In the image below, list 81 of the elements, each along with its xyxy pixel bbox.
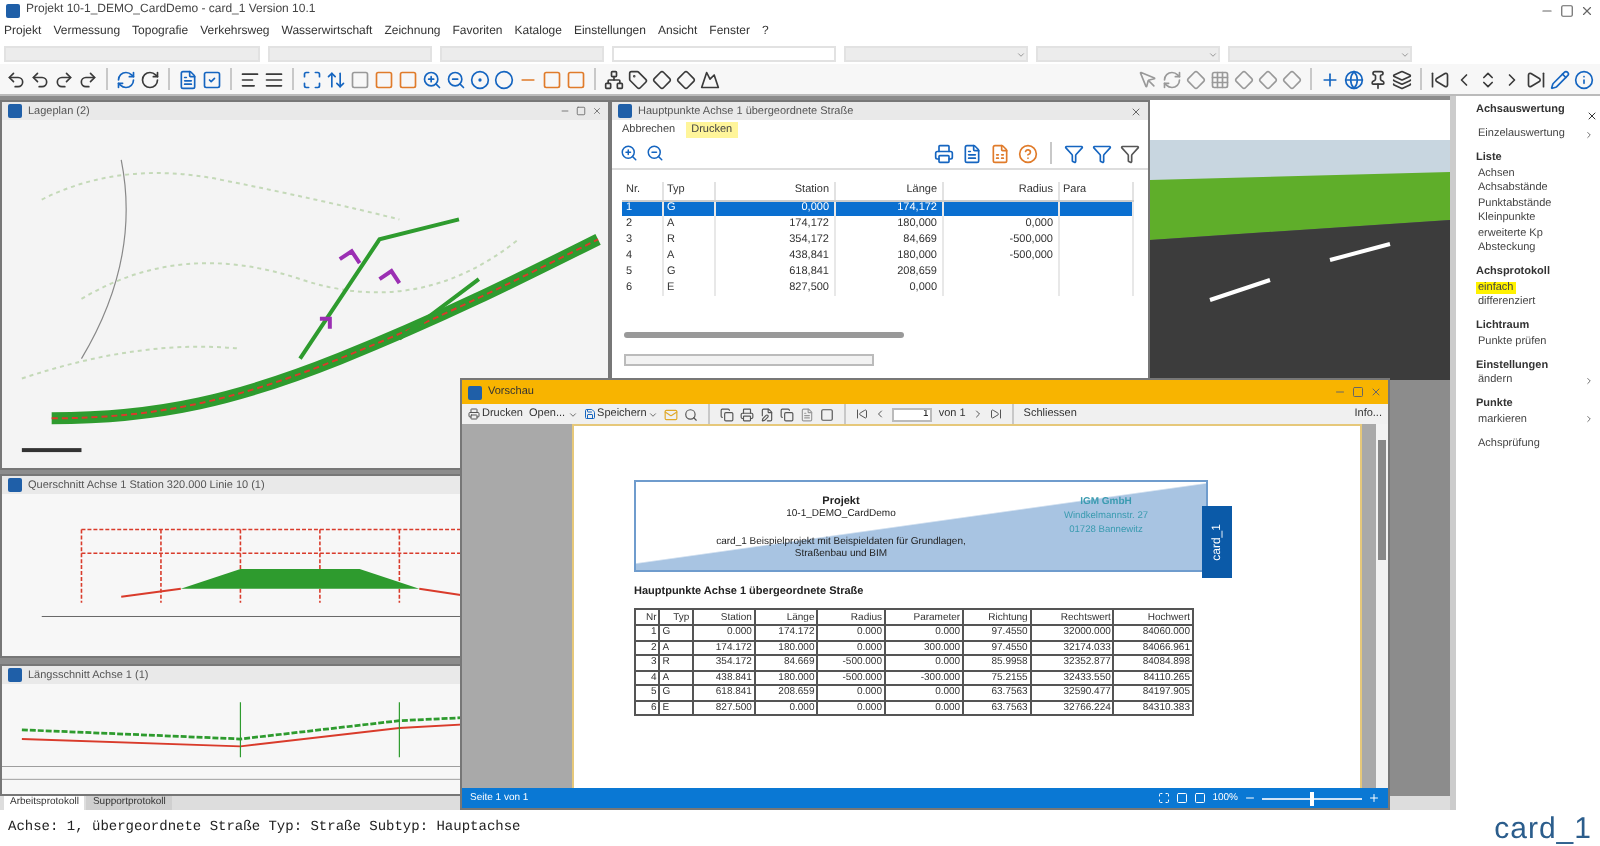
swap-icon[interactable] <box>326 69 346 89</box>
pin-icon[interactable] <box>1368 69 1388 89</box>
last-icon[interactable] <box>1526 69 1546 89</box>
info-icon[interactable] <box>1574 69 1594 89</box>
edit-icon[interactable] <box>760 407 775 421</box>
last-page-icon[interactable] <box>989 408 1002 420</box>
zoom-in-icon[interactable] <box>620 144 638 162</box>
zoom-out-icon[interactable] <box>446 69 466 89</box>
scrollbar[interactable] <box>1376 424 1388 788</box>
zoom-out-icon[interactable] <box>646 144 664 162</box>
combo-field[interactable] <box>4 46 260 62</box>
filter-icon[interactable] <box>1092 143 1112 163</box>
refresh-icon[interactable] <box>116 69 136 89</box>
grid-icon[interactable] <box>1210 69 1230 89</box>
search-icon[interactable] <box>684 407 699 421</box>
maximize-icon[interactable] <box>1352 386 1364 398</box>
logo: card_1 <box>1494 811 1592 845</box>
document-icon[interactable] <box>178 69 198 89</box>
first-icon[interactable] <box>1430 69 1450 89</box>
checkbox-icon[interactable] <box>202 69 222 89</box>
combo-field[interactable] <box>440 46 604 62</box>
spreadsheet-icon[interactable] <box>990 143 1010 163</box>
list-icon[interactable] <box>264 69 284 89</box>
submenu-icon[interactable] <box>1584 375 1594 385</box>
window-icon <box>8 104 22 118</box>
frame-icon[interactable] <box>820 407 835 421</box>
help-icon[interactable] <box>1018 143 1038 163</box>
layers-icon[interactable] <box>1392 69 1412 89</box>
close-icon[interactable] <box>1580 3 1594 17</box>
dropdown-icon[interactable] <box>648 409 659 419</box>
undo-icon[interactable] <box>30 69 50 89</box>
indent-icon[interactable] <box>240 69 260 89</box>
maximize-icon[interactable] <box>1560 3 1574 17</box>
close-icon[interactable] <box>1586 110 1598 122</box>
preview-icon[interactable] <box>962 143 982 163</box>
fit-width-icon[interactable] <box>1176 792 1189 804</box>
maximize-icon[interactable] <box>576 106 586 116</box>
window-icon <box>618 104 632 118</box>
redo-icon[interactable] <box>78 69 98 89</box>
printer-icon[interactable] <box>740 407 755 421</box>
globe-icon[interactable] <box>1344 69 1364 89</box>
window-icon <box>8 478 22 492</box>
combo-field[interactable] <box>1228 46 1412 62</box>
app-icon <box>6 3 20 17</box>
swap-icon[interactable] <box>1162 69 1182 89</box>
up-down-icon[interactable] <box>1478 69 1498 89</box>
scrollbar[interactable] <box>624 332 904 338</box>
zoom-in-icon[interactable] <box>422 69 442 89</box>
combo-field[interactable] <box>844 46 1028 62</box>
pointer-icon[interactable] <box>1138 69 1158 89</box>
target-icon[interactable] <box>470 69 490 89</box>
copy-icon[interactable] <box>780 407 795 421</box>
combo-field[interactable] <box>612 46 836 62</box>
copy-icon[interactable] <box>720 407 735 421</box>
tag-icon[interactable] <box>628 69 648 89</box>
window-icon <box>468 385 482 399</box>
mountain-icon[interactable] <box>700 69 720 89</box>
rotate-icon[interactable] <box>140 69 160 89</box>
whole-page-icon[interactable] <box>1194 792 1207 804</box>
filter-icon[interactable] <box>1120 143 1140 163</box>
first-page-icon[interactable] <box>856 408 869 420</box>
page-icon[interactable] <box>800 407 815 421</box>
dropdown-icon[interactable] <box>567 409 578 419</box>
combo-field[interactable] <box>1036 46 1220 62</box>
save-icon[interactable] <box>583 408 596 420</box>
printer-icon[interactable] <box>468 408 480 420</box>
combo-field[interactable] <box>268 46 432 62</box>
tree-icon[interactable] <box>604 69 624 89</box>
fit-view-icon[interactable] <box>302 69 322 89</box>
printer-icon[interactable] <box>934 143 954 163</box>
zoom-in-icon[interactable] <box>1368 792 1380 804</box>
redo-icon[interactable] <box>54 69 74 89</box>
submenu-icon[interactable] <box>1584 414 1594 424</box>
submenu-icon[interactable] <box>1584 129 1594 139</box>
pencil-icon[interactable] <box>1550 69 1570 89</box>
undo-icon[interactable] <box>6 69 26 89</box>
add-icon[interactable] <box>1320 69 1340 89</box>
filter-icon[interactable] <box>1064 143 1084 163</box>
window-icon <box>8 668 22 682</box>
circle-icon[interactable] <box>494 69 514 89</box>
window-icon[interactable] <box>350 69 370 89</box>
